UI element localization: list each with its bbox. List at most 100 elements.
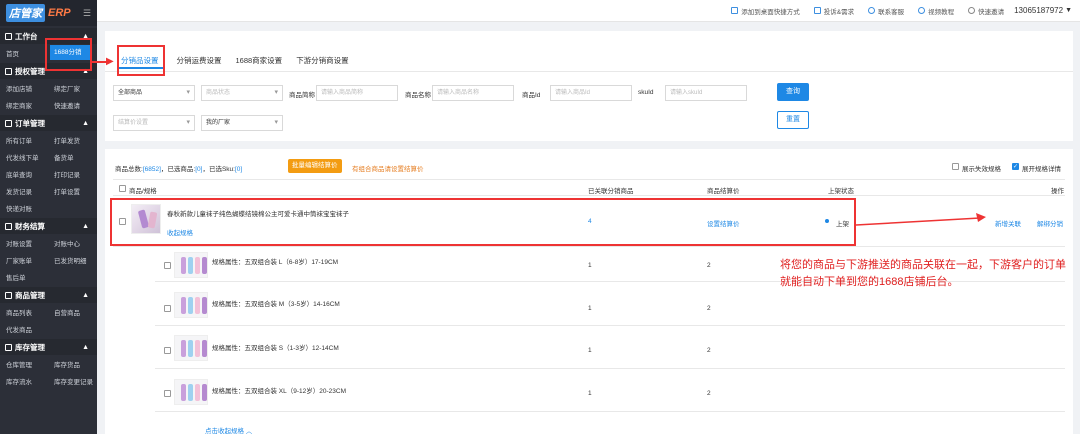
- logo-suffix: ERP: [48, 7, 71, 19]
- sku-checkbox[interactable]: [164, 262, 171, 269]
- show-invalid-checkbox[interactable]: [952, 163, 959, 170]
- sku-thumbnail: [174, 335, 208, 361]
- logo: 店管家 ERP ☰: [0, 0, 97, 26]
- sidebar-item[interactable]: 备货单: [48, 152, 96, 162]
- sidebar-item-home[interactable]: 首页: [0, 48, 48, 58]
- sidebar-item[interactable]: 售后单: [0, 272, 48, 282]
- section-title: 订单管理: [15, 118, 45, 128]
- order-icon: [5, 119, 12, 127]
- sidebar-item[interactable]: 底单查询: [0, 169, 48, 179]
- highlight-tab: [117, 45, 165, 76]
- batch-edit-price-button[interactable]: 批量编辑结算价: [288, 159, 342, 173]
- sku-thumbnail: [174, 292, 208, 318]
- invite-label: 快速邀请: [978, 8, 1005, 16]
- sidebar-item[interactable]: 打印记录: [48, 169, 96, 179]
- sku-spec: 规格属性：五双组合装 L（6-8岁）17-19CM: [212, 259, 339, 266]
- unbind-button[interactable]: 解绑分销: [1037, 218, 1063, 228]
- sidebar-item[interactable]: 添加店铺: [0, 83, 48, 93]
- sidebar-item[interactable]: 自营商品: [48, 307, 96, 317]
- sidebar-item[interactable]: 库存流水: [0, 376, 48, 386]
- section-title: 财务结算: [15, 221, 45, 231]
- tab-freight[interactable]: 分销运费设置: [177, 53, 222, 69]
- play-icon: [918, 7, 926, 14]
- sku-price: 2: [707, 347, 711, 354]
- video-label: 视频教程: [928, 8, 955, 16]
- sidebar-item[interactable]: 对账设置: [0, 238, 48, 248]
- collapse-icon: ▲: [82, 119, 89, 127]
- sidebar-section-orders[interactable]: 订单管理 ▲: [0, 115, 97, 131]
- sidebar-item[interactable]: 对账中心: [48, 238, 96, 248]
- col-price: 商品结算价: [707, 188, 740, 195]
- chevron-down-icon: ▼: [1065, 7, 1072, 14]
- menu-toggle-icon[interactable]: ☰: [83, 8, 91, 19]
- id-input[interactable]: 请输入商品Id: [550, 85, 632, 101]
- feedback-icon: [813, 7, 821, 14]
- section-title: 工作台: [15, 31, 38, 41]
- sidebar-item[interactable]: 代发线下单: [0, 152, 48, 162]
- sidebar-section-goods[interactable]: 商品管理 ▲: [0, 287, 97, 303]
- collapse-specs-footer-link[interactable]: 点击收起规格 ︿: [205, 425, 252, 434]
- collapse-icon: ▲: [82, 222, 89, 230]
- name-input[interactable]: 请输入商品名称: [432, 85, 514, 101]
- sku-linked: 1: [588, 305, 592, 312]
- sidebar-item[interactable]: 所有订单: [0, 135, 48, 145]
- sku-spec: 规格属性：五双组合装 M（3-5岁）14-16CM: [212, 301, 340, 308]
- sidebar-item[interactable]: 代发商品: [0, 324, 48, 334]
- sidebar-section-finance[interactable]: 财务结算 ▲: [0, 218, 97, 234]
- all-goods-select[interactable]: 全部商品: [113, 85, 195, 101]
- goods-status-select[interactable]: 商品状态: [201, 85, 283, 101]
- sidebar-item[interactable]: 发货记录: [0, 186, 48, 196]
- sidebar-item[interactable]: 打单发货: [48, 135, 96, 145]
- sidebar-item[interactable]: 商品列表: [0, 307, 48, 317]
- divider: [155, 411, 1065, 412]
- divider: [155, 325, 1065, 326]
- user-menu[interactable]: 13065187972 ▼: [1014, 6, 1072, 15]
- reset-button[interactable]: 重置: [777, 111, 809, 129]
- selected-count: [0]: [195, 166, 203, 173]
- complaint-link[interactable]: 投诉&需求: [813, 6, 854, 16]
- video-link[interactable]: 视频教程: [918, 6, 954, 16]
- filter-panel: 分销品设置 分销运费设置 1688商家设置 下游分销商设置 全部商品 商品状态 …: [105, 31, 1073, 141]
- sku-spec: 规格属性：五双组合装 XL（9-12岁）20-23CM: [212, 388, 346, 395]
- sku-price: 2: [707, 390, 711, 397]
- sidebar-item[interactable]: 快递对账: [0, 203, 48, 213]
- sku-checkbox[interactable]: [164, 305, 171, 312]
- section-title: 授权管理: [15, 66, 45, 76]
- settle-setting-select[interactable]: 结算价设置: [113, 115, 195, 131]
- name-label: 商品名称: [405, 92, 431, 99]
- sku-checkbox[interactable]: [164, 347, 171, 354]
- tab-1688-merchant[interactable]: 1688商家设置: [236, 53, 283, 69]
- stock-icon: [5, 343, 12, 351]
- skuid-input[interactable]: 请输入skuId: [665, 85, 747, 101]
- shortcut-label: 添加到桌面快捷方式: [741, 8, 800, 16]
- sku-linked: 1: [588, 347, 592, 354]
- search-button[interactable]: 查询: [777, 83, 809, 101]
- tab-downstream[interactable]: 下游分销商设置: [296, 53, 349, 69]
- collapse-icon: ▲: [82, 291, 89, 299]
- invite-link[interactable]: 快速邀请: [968, 6, 1004, 16]
- sidebar-item[interactable]: 库存变更记录: [48, 376, 96, 386]
- sku-thumbnail: [174, 252, 208, 278]
- select-all-checkbox[interactable]: [119, 185, 126, 192]
- sidebar-item[interactable]: 厂家账单: [0, 255, 48, 265]
- sidebar-item[interactable]: 绑定商家: [0, 100, 48, 110]
- expand-specs-checkbox[interactable]: ✓: [1012, 163, 1019, 170]
- sidebar-item[interactable]: 仓库管理: [0, 359, 48, 369]
- sidebar-item[interactable]: 库存货品: [48, 359, 96, 369]
- title-input[interactable]: 请输入商品简称: [316, 85, 398, 101]
- add-link-button[interactable]: 新增关联: [995, 218, 1021, 228]
- sku-thumbnail: [174, 379, 208, 405]
- total-count: [6852]: [142, 166, 161, 173]
- col-linked: 已关联分销商品: [588, 188, 634, 195]
- sku-checkbox[interactable]: [164, 390, 171, 397]
- sidebar-item[interactable]: 快速邀请: [48, 100, 96, 110]
- service-link[interactable]: 联系客服: [868, 6, 904, 16]
- sidebar-section-stock[interactable]: 库存管理 ▲: [0, 339, 97, 355]
- sidebar-item[interactable]: 已发货明细: [48, 255, 96, 265]
- my-factory-select[interactable]: 我的厂家: [201, 115, 283, 131]
- total-label: 商品总数:: [115, 166, 143, 173]
- sidebar-item[interactable]: 打单设置: [48, 186, 96, 196]
- shortcut-link[interactable]: 添加到桌面快捷方式: [731, 6, 800, 16]
- highlight-1688-menu: [45, 38, 92, 71]
- sidebar-item[interactable]: 绑定厂家: [48, 83, 96, 93]
